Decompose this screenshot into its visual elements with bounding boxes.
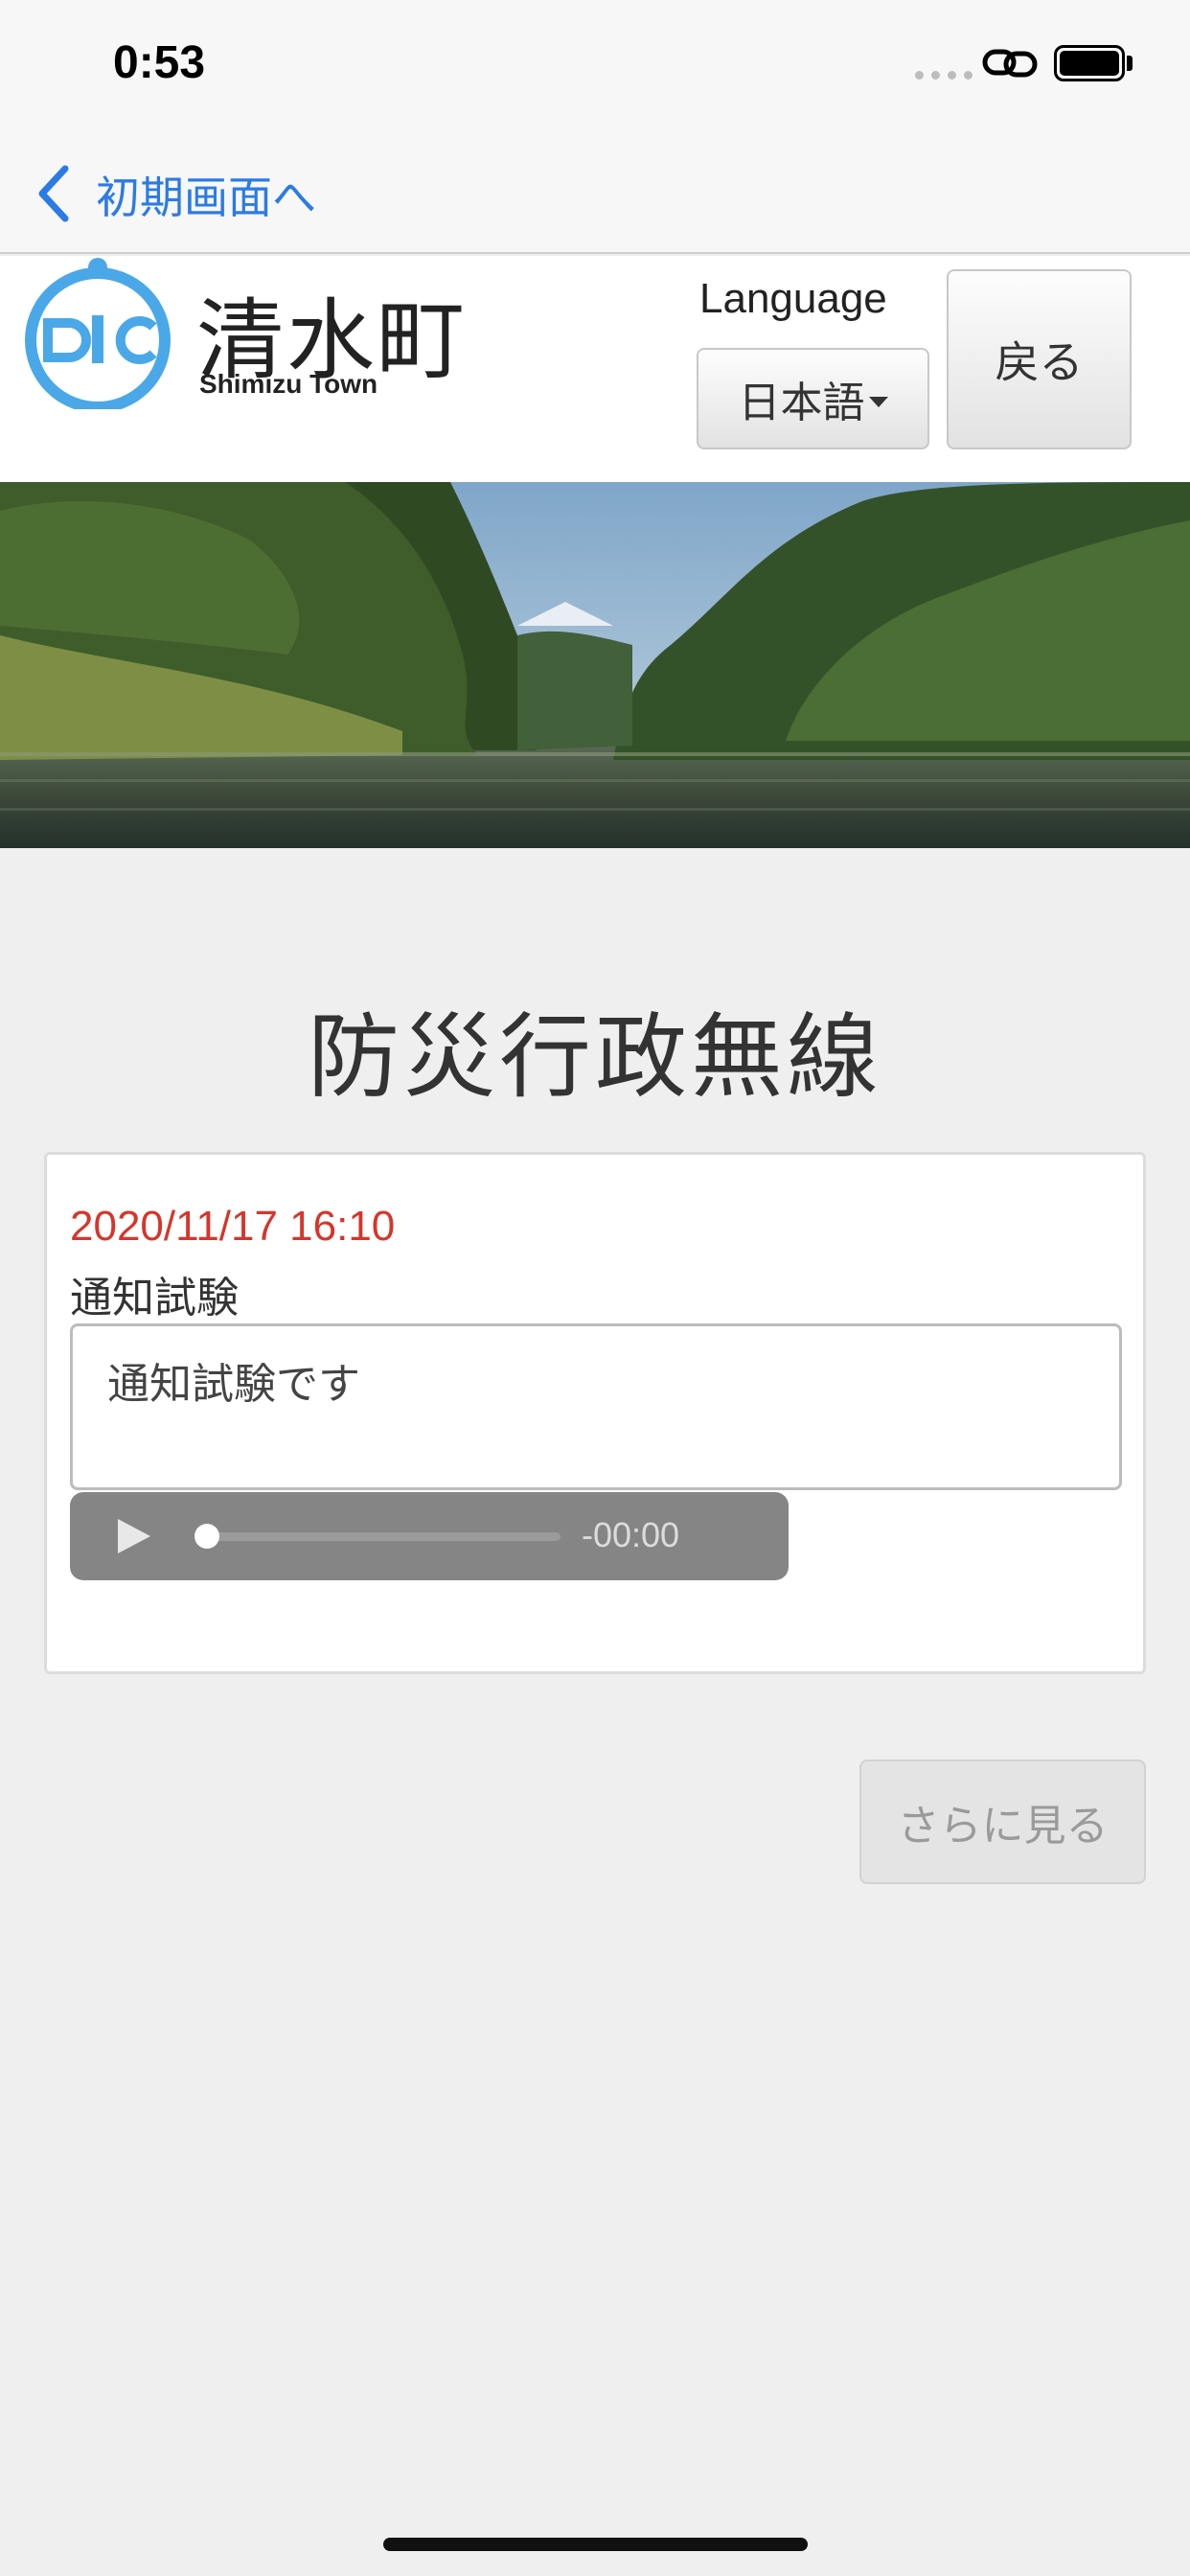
notice-date: 2020/11/17 16:10 [70, 1203, 396, 1250]
audio-progress-track[interactable] [204, 1532, 561, 1541]
page-title: 防災行政無線 [308, 1003, 882, 1111]
status-time: 0:53 [113, 37, 206, 88]
signal-icon [915, 71, 973, 80]
site-header: 清水町 Shimizu Town Language 日本語 戻る [0, 256, 1190, 482]
notice-body: 通知試験です [70, 1323, 1122, 1490]
back-link[interactable]: 初期画面へ [96, 163, 316, 226]
status-bar: 0:53 [0, 0, 1190, 134]
language-label: Language [699, 275, 887, 322]
link-icon [982, 49, 1038, 78]
town-logo-icon [25, 258, 171, 409]
navigation-bar: 初期画面へ [0, 134, 1190, 254]
home-indicator [383, 2538, 808, 2551]
battery-icon [1054, 45, 1125, 81]
audio-time: -00:00 [582, 1515, 680, 1554]
language-select[interactable]: 日本語 [697, 348, 929, 449]
audio-player[interactable]: -00:00 [70, 1492, 789, 1580]
caret-down-icon [868, 396, 888, 407]
language-value: 日本語 [738, 379, 865, 427]
audio-progress-knob[interactable] [195, 1524, 219, 1549]
more-button[interactable]: さらに見る [859, 1760, 1146, 1884]
notice-card: 2020/11/17 16:10 通知試験 通知試験です -00:00 [44, 1152, 1146, 1674]
notice-title: 通知試験 [70, 1274, 239, 1322]
play-icon[interactable] [114, 1517, 152, 1555]
hero-image [0, 482, 1190, 848]
town-name-en: Shimizu Town [199, 369, 378, 399]
back-button[interactable]: 戻る [947, 269, 1132, 449]
chevron-left-icon[interactable] [34, 163, 73, 224]
